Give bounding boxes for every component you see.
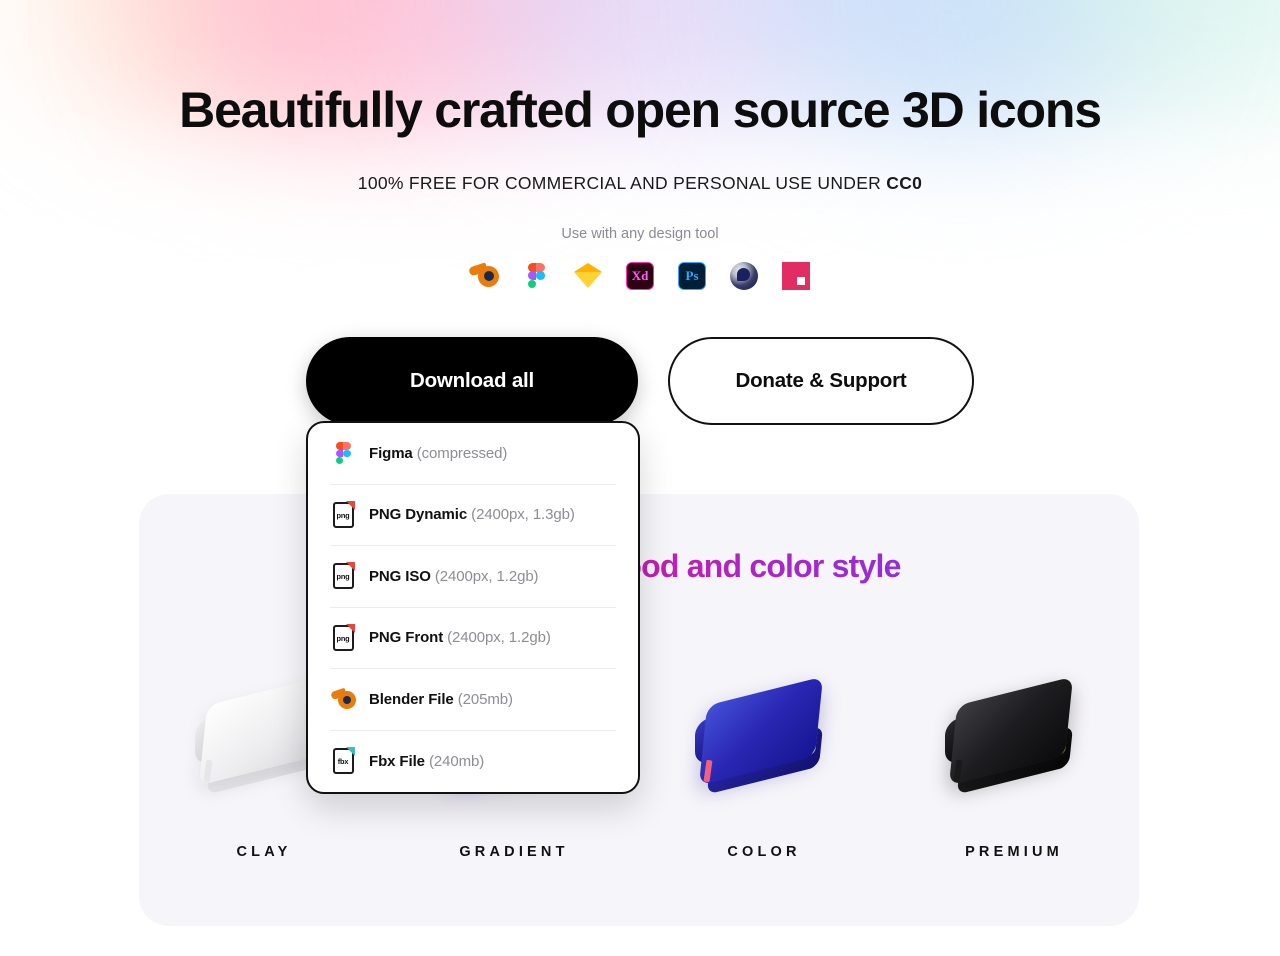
dropdown-item-label: PNG Dynamic (2400px, 1.3gb): [369, 506, 575, 523]
book-3d-icon: [689, 676, 839, 807]
tools-caption: Use with any design tool: [561, 225, 719, 242]
blender-glyph: [329, 687, 356, 709]
figma-dot-coral: [536, 263, 545, 272]
figma-dot-red: [335, 442, 343, 450]
book-3d-icon: [939, 676, 1089, 807]
dropdown-item-detail: (240mb): [424, 752, 485, 770]
book-preview-color: [689, 644, 839, 844]
dropdown-item-name: PNG ISO: [369, 567, 431, 585]
adobe-xd-icon: Xd: [623, 259, 657, 293]
sketch-bottom-facet: [574, 272, 602, 288]
download-all-button[interactable]: Download all: [306, 336, 638, 425]
style-label: COLOR: [727, 844, 801, 860]
file-corner-fold: [345, 562, 355, 572]
dropdown-item-name: PNG Dynamic: [369, 506, 468, 524]
figma-dot-green: [527, 279, 536, 289]
file-extension-label: png: [336, 572, 350, 582]
dropdown-item-blender-file[interactable]: Blender File (205mb): [329, 669, 616, 731]
cta-button-row: Download all Donate & Support: [0, 336, 1280, 425]
dropdown-item-name: Blender File: [369, 690, 454, 708]
file-extension-label: png: [336, 633, 350, 643]
dropdown-item-detail: (compressed): [412, 444, 508, 462]
dropdown-item-label: PNG ISO (2400px, 1.2gb): [369, 567, 539, 585]
png-file-glyph: png: [332, 500, 355, 528]
adobe-xd-glyph: Xd: [626, 261, 654, 290]
file-corner-fold: [345, 623, 355, 633]
cinema-4d-icon: [727, 259, 761, 293]
dropdown-item-name: Figma: [369, 444, 413, 462]
donate-support-button[interactable]: Donate & Support: [668, 336, 974, 425]
fbx-file-glyph: fbx: [332, 747, 355, 775]
png-file-icon: png: [330, 562, 356, 590]
hero-section: Beautifully crafted open source 3D icons…: [0, 0, 1280, 425]
dropdown-item-png-front[interactable]: png PNG Front (2400px, 1.2gb): [330, 608, 616, 669]
dropdown-item-label: Blender File (205mb): [369, 691, 513, 708]
dropdown-item-name: PNG Front: [369, 629, 444, 647]
design-tool-logos: Xd Ps: [0, 259, 1280, 293]
figma-icon: [519, 259, 553, 293]
figma-glyph: [335, 442, 351, 465]
download-formats-dropdown[interactable]: Figma (compressed) png PNG Dynamic (2400…: [306, 421, 640, 794]
blender-eye: [483, 271, 494, 281]
sketch-top-facet: [574, 263, 602, 272]
style-column-color[interactable]: COLOR: [639, 644, 889, 860]
figma-dot-coral: [343, 442, 351, 450]
dropdown-item-png-dynamic[interactable]: png PNG Dynamic (2400px, 1.3gb): [330, 485, 616, 546]
sketch-glyph: [574, 263, 602, 288]
png-file-glyph: png: [332, 562, 355, 590]
style-column-premium[interactable]: PREMIUM: [889, 644, 1139, 860]
dropdown-item-detail: (2400px, 1.2gb): [430, 567, 539, 585]
figma-dot-purple: [335, 449, 343, 458]
landing-page: Beautifully crafted open source 3D icons…: [0, 0, 1280, 926]
figma-dot-blue: [536, 271, 545, 280]
page-title: Beautifully crafted open source 3D icons: [179, 82, 1102, 138]
dropdown-item-label: PNG Front (2400px, 1.2gb): [369, 629, 551, 646]
license-subtitle: 100% FREE FOR COMMERCIAL AND PERSONAL US…: [0, 173, 1280, 194]
photoshop-icon: Ps: [675, 259, 709, 293]
dropdown-item-label: Fbx File (240mb): [369, 753, 484, 770]
style-label: GRADIENT: [459, 844, 569, 860]
blender-eye: [342, 695, 351, 704]
sketch-icon: [571, 259, 605, 293]
style-label: CLAY: [236, 844, 292, 860]
figma-dot-purple: [527, 271, 536, 280]
figma-dot-red: [527, 263, 536, 272]
photoshop-glyph: Ps: [678, 261, 706, 290]
invision-glyph: [782, 261, 810, 290]
file-corner-fold: [345, 747, 355, 757]
blender-glyph: [468, 261, 499, 287]
license-subtitle-text: 100% FREE FOR COMMERCIAL AND PERSONAL US…: [357, 172, 887, 193]
style-label: PREMIUM: [965, 844, 1063, 860]
png-file-icon: png: [330, 623, 356, 651]
dropdown-item-name: Fbx File: [369, 752, 425, 770]
blender-icon: [329, 687, 356, 709]
dropdown-item-fbx-file[interactable]: fbx Fbx File (240mb): [330, 731, 616, 793]
book-preview-premium: [939, 644, 1089, 844]
figma-dot-green: [335, 456, 343, 465]
figma-dot-blue: [343, 449, 351, 458]
figma-glyph: [527, 263, 545, 289]
dropdown-item-detail: (2400px, 1.3gb): [467, 506, 575, 524]
invision-icon: [779, 259, 813, 293]
png-file-glyph: png: [332, 623, 355, 651]
dropdown-item-figma[interactable]: Figma (compressed): [330, 423, 616, 485]
blender-icon: [467, 259, 501, 293]
file-extension-label: png: [336, 510, 350, 520]
fbx-file-icon: fbx: [330, 747, 356, 775]
png-file-icon: png: [330, 500, 356, 528]
dropdown-item-detail: (2400px, 1.2gb): [443, 629, 551, 647]
figma-icon: [330, 442, 356, 465]
dropdown-item-detail: (205mb): [453, 690, 513, 708]
file-extension-label: fbx: [337, 757, 349, 767]
dropdown-item-label: Figma (compressed): [369, 445, 507, 462]
license-badge: CC0: [886, 172, 923, 193]
dropdown-item-png-iso[interactable]: png PNG ISO (2400px, 1.2gb): [330, 546, 616, 608]
file-corner-fold: [345, 500, 355, 510]
cinema-4d-glyph: [730, 261, 758, 290]
